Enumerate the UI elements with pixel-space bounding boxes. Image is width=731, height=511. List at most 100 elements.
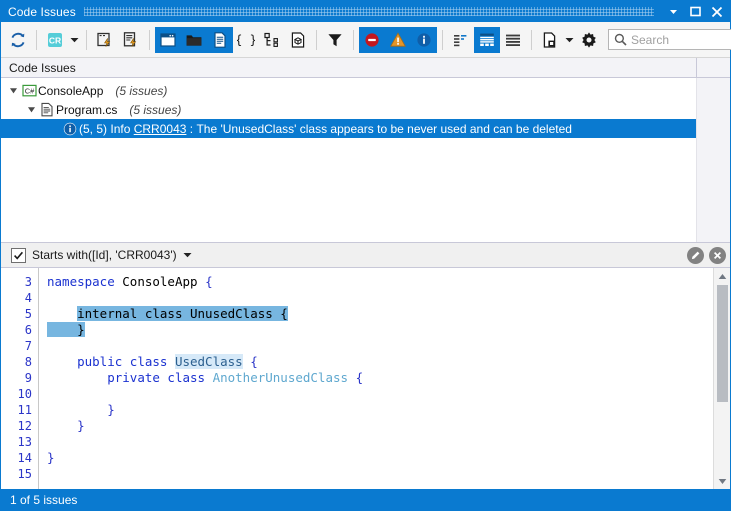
editor-vertical-scrollbar[interactable] xyxy=(713,268,730,489)
close-button[interactable] xyxy=(706,2,728,21)
show-warnings-button[interactable] xyxy=(385,26,411,53)
cr-badge-icon: CR xyxy=(48,32,62,47)
tree-row-file[interactable]: Program.cs (5 issues) xyxy=(1,100,696,119)
line-number: 6 xyxy=(24,323,32,337)
issue-rule-link[interactable]: CRR0043 xyxy=(134,122,187,136)
column-header-label: Code Issues xyxy=(9,60,76,75)
analyze-solution-icon xyxy=(123,31,137,47)
scrollbar-thumb[interactable] xyxy=(716,284,728,402)
tree-row-project-count: (5 issues) xyxy=(115,83,168,98)
tree-row-project[interactable]: C# ConsoleApp (5 issues) xyxy=(1,81,696,100)
pencil-icon xyxy=(691,251,700,259)
column-header-divider xyxy=(696,58,697,77)
info-icon xyxy=(61,119,79,138)
code-token: ConsoleApp xyxy=(122,274,206,289)
titlebar-grip xyxy=(83,7,654,16)
coderush-dropdown-caret[interactable] xyxy=(68,27,81,53)
clear-filter-button[interactable] xyxy=(709,246,726,264)
line-number: 9 xyxy=(24,371,32,385)
toolbar-separator xyxy=(353,29,354,50)
issue-location: (5, 5) xyxy=(79,121,108,136)
expander-file[interactable] xyxy=(25,100,38,119)
document-icon xyxy=(214,31,226,48)
code-line: } xyxy=(47,402,713,418)
toolbar-separator xyxy=(531,29,532,50)
code-token xyxy=(47,322,78,337)
flat-list-icon xyxy=(506,34,520,46)
scope-type-button[interactable] xyxy=(259,27,285,53)
line-number-gutter: 3 4 5 6 7 8 9 10 11 12 13 14 15 xyxy=(1,268,39,489)
scope-project-button[interactable] xyxy=(181,26,207,53)
code-token: } xyxy=(77,418,85,433)
filter-bar: Starts with([Id], 'CRR0043') xyxy=(1,243,730,268)
search-box[interactable] xyxy=(608,29,731,50)
tree-row-file-count: (5 issues) xyxy=(129,102,182,117)
checkmark-icon xyxy=(14,251,24,260)
show-errors-button[interactable] xyxy=(359,26,385,53)
settings-button[interactable] xyxy=(576,27,602,53)
braces-icon: { } xyxy=(237,33,255,47)
search-input[interactable] xyxy=(631,32,731,47)
line-number: 5 xyxy=(24,307,32,321)
window-titlebar: Code Issues xyxy=(1,1,730,22)
filter-dropdown-caret[interactable] xyxy=(183,252,192,258)
show-info-button[interactable] xyxy=(411,26,437,53)
scope-document-button[interactable] xyxy=(207,26,233,53)
toolbar-separator xyxy=(316,29,317,50)
svg-text:{ }: { } xyxy=(237,33,255,47)
maximize-icon xyxy=(689,6,701,17)
group-by-file-button[interactable] xyxy=(474,26,500,53)
export-button[interactable] xyxy=(537,27,563,53)
coderush-menu-button[interactable]: CR xyxy=(42,27,68,53)
scroll-up-arrow[interactable] xyxy=(714,268,730,284)
filter-expression[interactable]: Starts with([Id], 'CRR0043') xyxy=(32,248,177,262)
line-number: 7 xyxy=(24,339,32,353)
chevron-down-icon xyxy=(70,37,79,42)
toolbar-separator xyxy=(149,29,150,50)
dropdown-button[interactable] xyxy=(662,2,684,21)
code-token: internal class xyxy=(77,306,190,321)
funnel-icon xyxy=(328,33,342,46)
code-token: private class xyxy=(107,370,213,385)
gear-icon xyxy=(582,31,596,48)
status-text: 1 of 5 issues xyxy=(10,492,78,507)
folder-icon xyxy=(186,34,202,46)
code-line: } xyxy=(47,322,713,338)
scroll-down-arrow[interactable] xyxy=(714,473,730,489)
cube-icon xyxy=(291,31,305,48)
code-line: private class AnotherUnusedClass { xyxy=(47,370,713,386)
code-token: AnotherUnusedClass xyxy=(212,370,349,385)
analyze-document-button[interactable] xyxy=(92,27,118,53)
expander-project[interactable] xyxy=(7,81,20,100)
scope-solution-button[interactable] xyxy=(155,26,181,53)
refresh-button[interactable] xyxy=(5,27,31,53)
line-number: 13 xyxy=(17,435,32,449)
export-document-icon xyxy=(543,31,556,48)
issue-severity: Info xyxy=(110,121,131,136)
line-number: 14 xyxy=(17,451,32,465)
info-icon xyxy=(417,32,431,47)
code-content[interactable]: namespace ConsoleApp { internal class Un… xyxy=(39,268,713,489)
flat-list-button[interactable] xyxy=(500,27,526,53)
scope-namespace-button[interactable] xyxy=(285,27,311,53)
chevron-down-icon xyxy=(669,10,677,14)
group-by-category-button[interactable] xyxy=(448,27,474,53)
export-dropdown-caret[interactable] xyxy=(563,27,576,53)
group-tree-icon xyxy=(454,34,467,46)
code-token: { xyxy=(355,370,364,385)
analyze-solution-button[interactable] xyxy=(118,27,144,53)
maximize-button[interactable] xyxy=(684,2,706,21)
issue-row[interactable]: (5, 5) Info CRR0043 : The 'UnusedClass' … xyxy=(1,119,696,138)
scope-member-button[interactable]: { } xyxy=(233,27,259,53)
tree-right-gutter xyxy=(696,78,730,242)
filter-button[interactable] xyxy=(322,27,348,53)
code-token: UsedClass xyxy=(174,354,243,369)
edit-filter-button[interactable] xyxy=(687,246,704,264)
scrollbar-track[interactable] xyxy=(714,284,730,473)
filter-enabled-checkbox[interactable] xyxy=(11,247,26,263)
